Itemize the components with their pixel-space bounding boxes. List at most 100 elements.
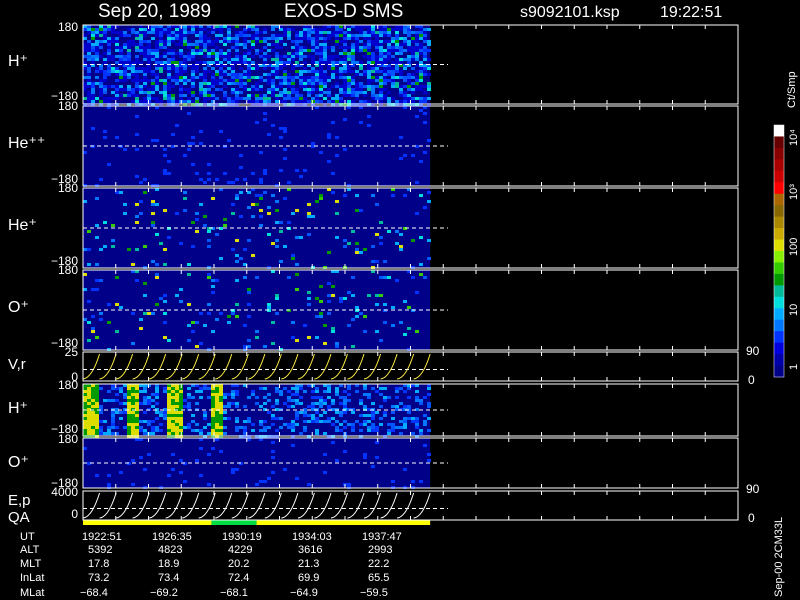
spectrogram-cell: [91, 94, 95, 97]
spectrogram-cell: [275, 97, 279, 100]
spectrogram-cell: [367, 49, 371, 52]
spectrogram-cell: [375, 43, 379, 46]
spectrogram-cell: [395, 28, 399, 31]
spectrogram-cell: [155, 43, 159, 46]
spectrogram-cell: [391, 411, 395, 414]
spectrogram-cell: [247, 73, 251, 76]
spectrogram-cell: [367, 294, 371, 297]
spectrogram-cell: [155, 58, 159, 61]
spectrogram-cell: [175, 28, 179, 31]
spectrogram-cell: [271, 73, 275, 76]
spectrogram-cell: [219, 257, 223, 260]
spectrogram-cell: [275, 245, 279, 248]
spectrogram-cell: [315, 200, 319, 203]
spectrogram-cell: [315, 402, 319, 405]
spectrogram-cell: [391, 40, 395, 43]
spectrogram-cell: [315, 43, 319, 46]
spectrogram-cell: [403, 67, 407, 70]
spectrogram-cell: [319, 73, 323, 76]
spectrogram-cell: [211, 420, 215, 423]
spectrogram-cell: [315, 336, 319, 339]
spectrogram-cell: [183, 209, 187, 212]
spectrogram-cell: [99, 432, 103, 435]
spectrogram-cell: [119, 411, 123, 414]
spectrogram-cell: [351, 49, 355, 52]
spectrogram-cell: [91, 402, 95, 405]
spectrogram-cell: [295, 100, 299, 103]
spectrogram-cell: [155, 61, 159, 64]
spectrogram-cell: [119, 52, 123, 55]
spectrogram-cell: [143, 178, 147, 181]
spectrogram-cell: [147, 423, 151, 426]
spectrogram-cell: [287, 52, 291, 55]
spectrogram-cell: [175, 31, 179, 34]
spectrogram-cell: [371, 417, 375, 420]
spectrogram-cell: [103, 40, 107, 43]
spectrogram-cell: [387, 52, 391, 55]
spectrogram-cell: [175, 82, 179, 85]
spectrogram-cell: [415, 70, 419, 73]
spectrogram-cell: [331, 34, 335, 37]
spectrogram-cell: [247, 291, 251, 294]
spectrogram-cell: [91, 432, 95, 435]
spectrogram-cell: [311, 55, 315, 58]
spectrogram-cell: [211, 31, 215, 34]
spectrogram-cell: [319, 100, 323, 103]
spectrogram-cell: [187, 88, 191, 91]
spectrogram-cell: [295, 209, 299, 212]
spectrogram-cell: [143, 67, 147, 70]
spectrogram-cell: [263, 31, 267, 34]
spectrogram-cell: [199, 474, 203, 477]
ytick-p0-top: 180: [58, 20, 78, 34]
footer-mlat: −64.9: [290, 587, 318, 599]
spectrogram-cell: [211, 279, 215, 282]
spectrogram-cell: [323, 37, 327, 40]
spectrogram-cell: [243, 82, 247, 85]
spectrogram-cell: [83, 387, 87, 390]
spectrogram-cell: [351, 61, 355, 64]
spectrogram-cell: [183, 100, 187, 103]
spectrogram-cell: [263, 58, 267, 61]
spectrogram-cell: [199, 61, 203, 64]
spectrogram-cell: [191, 52, 195, 55]
spectrogram-cell: [227, 40, 231, 43]
spectrogram-cell: [139, 70, 143, 73]
spectrogram-cell: [423, 67, 427, 70]
spectrogram-cell: [367, 76, 371, 79]
colorbar-tick-1000: 10³: [788, 184, 800, 200]
spectrogram-cell: [91, 417, 95, 420]
spectrogram-cell: [227, 52, 231, 55]
spectrogram-cell: [275, 43, 279, 46]
spectrogram-cell: [343, 194, 347, 197]
spectrogram-cell: [395, 49, 399, 52]
spectrogram-cell: [423, 49, 427, 52]
spectrogram-cell: [335, 429, 339, 432]
spectrogram-cell: [195, 423, 199, 426]
spectrogram-cell: [343, 94, 347, 97]
spectrogram-cell: [275, 402, 279, 405]
spectrogram-cell: [335, 236, 339, 239]
spectrogram-cell: [191, 94, 195, 97]
spectrogram-cell: [335, 212, 339, 215]
spectrogram-cell: [371, 387, 375, 390]
spectrogram-cell: [99, 411, 103, 414]
footer-column: 1937:47 2993 22.2 65.5 −59.5: [360, 531, 402, 599]
spectrogram-cell: [203, 426, 207, 429]
colorbar-swatch: [774, 239, 784, 252]
spectrogram-cell: [231, 393, 235, 396]
spectrogram-cell: [99, 248, 103, 251]
spectrogram-cell: [163, 336, 167, 339]
spectrogram-cell: [107, 399, 111, 402]
spectrogram-cell: [167, 58, 171, 61]
spectrogram-cell: [427, 200, 431, 203]
spectrogram-cell: [423, 28, 427, 31]
spectrogram-cell: [167, 73, 171, 76]
spectrogram-cell: [99, 279, 103, 282]
spectrogram-cell: [351, 276, 355, 279]
spectrogram-cell: [163, 88, 167, 91]
spectrogram-cell: [299, 34, 303, 37]
spectrogram-cell: [99, 82, 103, 85]
spectrogram-cell: [251, 34, 255, 37]
spectrogram-cell: [339, 414, 343, 417]
spectrogram-cell: [135, 34, 139, 37]
